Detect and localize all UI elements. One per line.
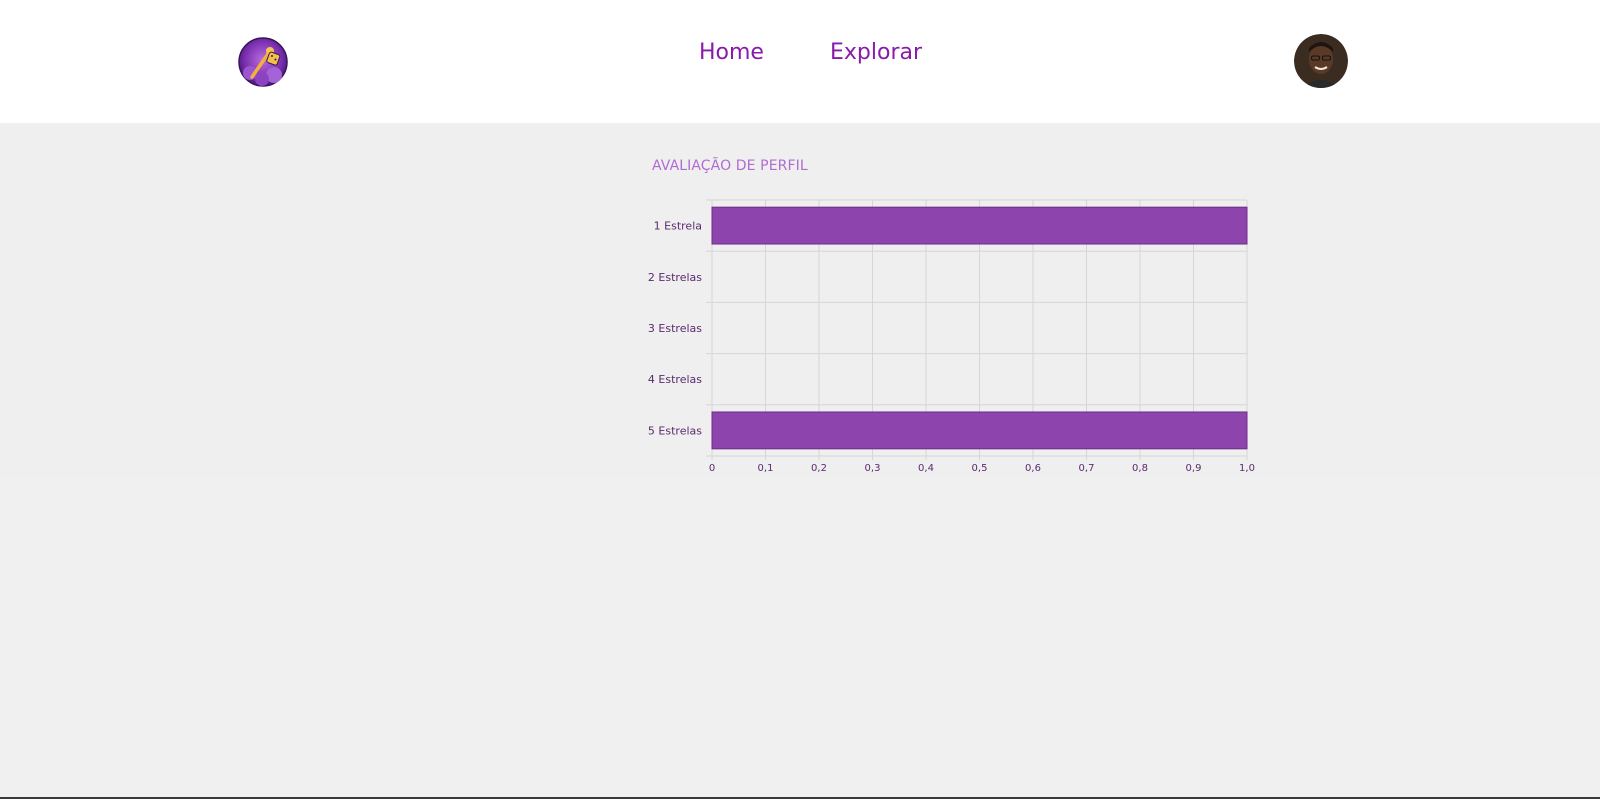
y-tick-label: 2 Estrelas <box>648 271 702 284</box>
x-tick-label: 0,7 <box>1079 463 1095 474</box>
y-tick-label: 4 Estrelas <box>648 373 702 386</box>
x-tick-label: 0,8 <box>1132 463 1148 474</box>
x-tick-label: 0,3 <box>865 463 881 474</box>
x-tick-label: 1,0 <box>1239 463 1255 474</box>
x-tick-label: 0,9 <box>1186 463 1202 474</box>
y-tick-label: 1 Estrela <box>654 220 702 233</box>
x-tick-label: 0,4 <box>918 463 934 474</box>
bar-1-estrela <box>711 206 1248 245</box>
bar-5-estrelas <box>711 411 1248 450</box>
x-tick-label: 0,6 <box>1025 463 1041 474</box>
y-tick-label: 3 Estrelas <box>648 322 702 335</box>
rating-bar-chart: 1 Estrela 2 Estrelas 3 Estrelas 4 Estrelas 5… <box>648 199 1255 474</box>
x-tick-label: 0,1 <box>758 463 774 474</box>
y-tick-label: 5 Estrelas <box>648 424 702 437</box>
x-tick-label: 0,2 <box>811 463 827 474</box>
x-tick-label: 0 <box>709 463 715 474</box>
x-tick-label: 0,5 <box>972 463 988 474</box>
